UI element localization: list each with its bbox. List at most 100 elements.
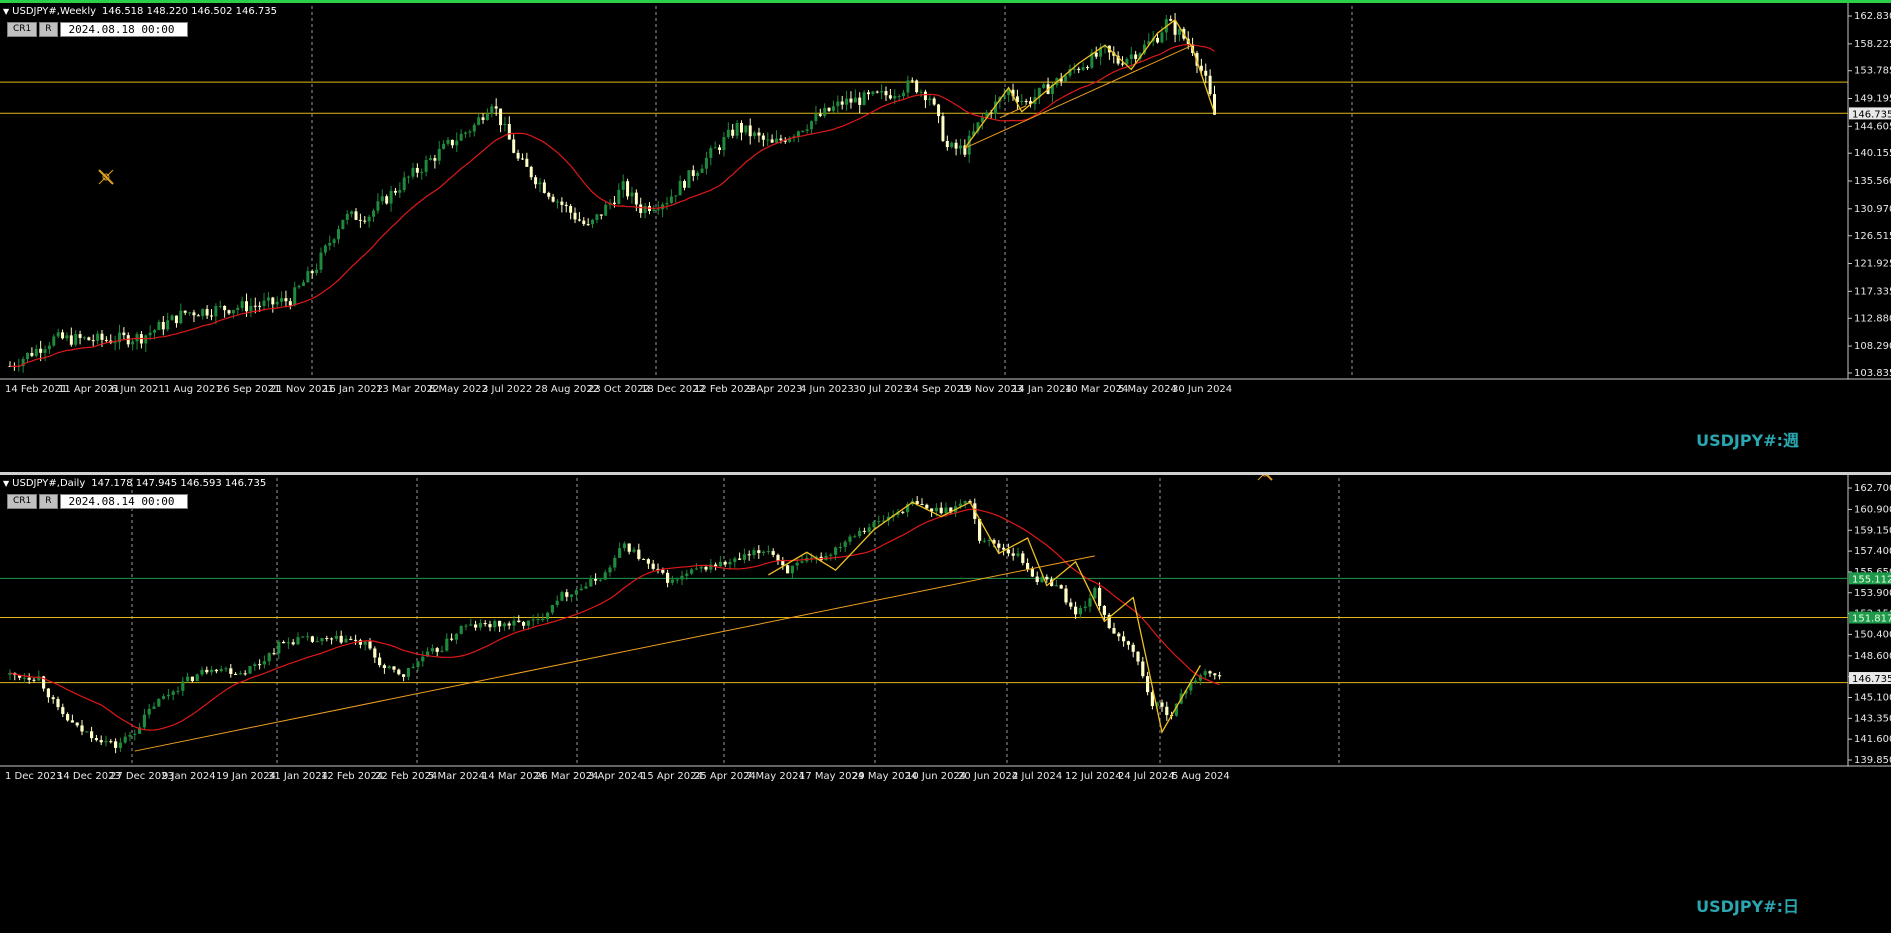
candle-body xyxy=(639,204,643,214)
candle xyxy=(161,315,165,336)
candle xyxy=(531,614,535,627)
candle xyxy=(288,298,292,310)
candle xyxy=(104,735,108,747)
candle-body xyxy=(214,306,218,317)
candle xyxy=(1011,547,1015,561)
candle xyxy=(30,347,34,358)
candle xyxy=(651,559,655,571)
candle-body xyxy=(541,619,545,621)
price-tick-label: 158.225 xyxy=(1854,39,1891,50)
candle-body xyxy=(713,147,717,149)
candle xyxy=(853,89,857,103)
candle xyxy=(1042,82,1046,89)
candle xyxy=(32,677,36,683)
candle-body xyxy=(939,507,943,514)
candle xyxy=(205,305,209,319)
candle-body xyxy=(666,572,670,583)
weekly-r-button[interactable]: R xyxy=(39,22,58,37)
candle xyxy=(862,527,866,535)
candle-body xyxy=(1021,553,1025,563)
candle-body xyxy=(334,635,338,639)
candle xyxy=(243,670,247,676)
candle xyxy=(786,564,790,574)
candle-body xyxy=(1045,576,1049,580)
candle-body xyxy=(531,619,535,621)
candle xyxy=(22,673,26,683)
candle-body xyxy=(776,554,780,561)
candle xyxy=(939,502,943,515)
candle-body xyxy=(373,648,377,658)
candle-body xyxy=(407,176,411,178)
weekly-cr1-button[interactable]: CR1 xyxy=(7,22,38,37)
candle-body xyxy=(958,145,962,149)
candle-body xyxy=(69,335,73,345)
candle xyxy=(223,305,227,318)
candle xyxy=(238,670,242,675)
candle-body xyxy=(192,312,196,316)
candle xyxy=(1059,584,1063,589)
weekly-chart-pane[interactable]: 162.830 158.225 153.785 149.195 144.605 140.1… xyxy=(0,0,1891,472)
candle xyxy=(445,633,449,652)
candle xyxy=(617,183,621,205)
candle-body xyxy=(415,167,419,173)
candle xyxy=(43,345,47,361)
candle xyxy=(738,552,742,561)
price-tick-label: 150.400 xyxy=(1854,629,1891,640)
candle-body xyxy=(818,114,822,116)
candle-body xyxy=(218,305,222,307)
candle xyxy=(525,152,529,167)
candle xyxy=(901,510,905,515)
candle xyxy=(416,660,420,672)
weekly-chart-canvas[interactable]: 162.830 158.225 153.785 149.195 144.605 140.1… xyxy=(0,3,1891,472)
candle-body xyxy=(1102,605,1106,615)
candle-body xyxy=(586,224,590,226)
candle-body xyxy=(1064,75,1068,82)
candle-body xyxy=(350,211,354,214)
daily-chart-header: ▼ USDJPY#,Daily 147.178 147.945 146.593 14… xyxy=(3,478,266,489)
collapse-triangle-icon[interactable]: ▼ xyxy=(3,7,9,16)
candle-body xyxy=(337,229,340,240)
candle-body xyxy=(630,192,634,197)
candle xyxy=(1146,671,1150,696)
candle xyxy=(546,611,550,623)
candle-body xyxy=(258,664,262,666)
candle-body xyxy=(330,638,334,640)
candle xyxy=(80,719,84,736)
candle-body xyxy=(525,158,529,167)
time-tick-label: 1 Dec 2023 xyxy=(5,771,63,782)
candle-body xyxy=(358,219,362,221)
candle-body xyxy=(100,333,104,340)
candle xyxy=(932,96,936,106)
candle xyxy=(652,205,656,214)
candle-body xyxy=(162,696,166,699)
candle-body xyxy=(387,666,391,669)
candle-body xyxy=(595,214,599,220)
candle xyxy=(1069,598,1073,610)
collapse-triangle-icon[interactable]: ▼ xyxy=(3,479,9,488)
daily-r-button[interactable]: R xyxy=(39,494,58,509)
candle-body xyxy=(481,117,485,120)
candle xyxy=(507,621,511,630)
candle xyxy=(1204,63,1208,84)
candle xyxy=(286,637,290,650)
candle xyxy=(674,195,678,203)
candle-body xyxy=(853,97,857,103)
candle-body xyxy=(196,315,200,317)
candle xyxy=(51,694,55,704)
daily-date-field[interactable]: 2024.08.14 00:00 xyxy=(59,494,188,509)
candle xyxy=(380,189,384,205)
candle-body xyxy=(512,620,516,626)
candle-body xyxy=(30,352,34,356)
candle xyxy=(258,659,262,670)
candle-body xyxy=(66,714,70,721)
daily-cr1-button[interactable]: CR1 xyxy=(7,494,38,509)
daily-chart-pane[interactable]: 162.700160.900159.150157.400155.650153.9… xyxy=(0,475,1891,933)
weekly-date-field[interactable]: 2024.08.18 00:00 xyxy=(59,22,188,37)
candle-body xyxy=(618,548,622,558)
candle-body xyxy=(526,620,530,626)
crosshair-pencil-icon xyxy=(1257,475,1273,481)
candle-body xyxy=(450,139,454,146)
candle xyxy=(498,620,502,632)
daily-chart-canvas[interactable]: 162.700160.900159.150157.400155.650153.9… xyxy=(0,475,1891,933)
price-tick-label: 160.900 xyxy=(1854,504,1891,515)
